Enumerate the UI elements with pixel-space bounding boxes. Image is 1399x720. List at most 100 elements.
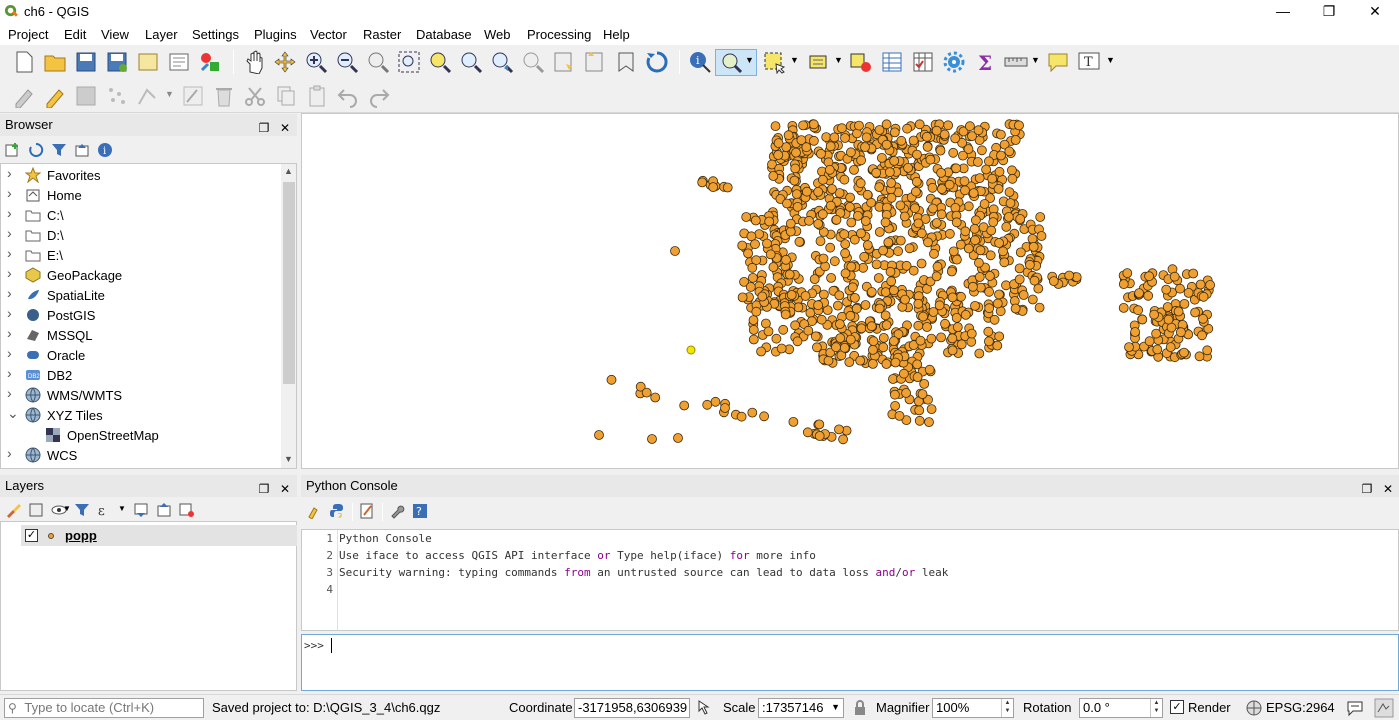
browser-item[interactable]: › Favorites [1, 165, 281, 185]
expand-down-icon[interactable]: ⌄ [7, 405, 19, 422]
style-manager-icon[interactable] [198, 50, 222, 74]
refresh-icon[interactable] [28, 142, 44, 158]
add-group-icon[interactable] [28, 502, 44, 518]
menu-edit[interactable]: Edit [64, 27, 86, 42]
expand-right-icon[interactable]: › [7, 345, 12, 361]
expand-right-icon[interactable]: › [7, 165, 12, 181]
add-point-icon[interactable] [105, 84, 129, 108]
toggle-extents-mouse-icon[interactable] [694, 699, 712, 717]
messages-icon[interactable] [1346, 699, 1364, 717]
layout-manager-icon[interactable] [167, 50, 191, 74]
browser-item[interactable]: › WCS [1, 445, 281, 465]
statistical-summary-icon[interactable]: Σ [973, 50, 997, 74]
expand-right-icon[interactable]: › [7, 305, 12, 321]
save-as-icon[interactable] [105, 50, 129, 74]
browser-item[interactable]: › Home [1, 185, 281, 205]
map-tips-icon[interactable] [1046, 50, 1070, 74]
scale-combo[interactable]: :17357146 ▼ [758, 698, 844, 718]
zoom-to-layer-icon[interactable] [459, 50, 483, 74]
lock-scale-icon[interactable] [852, 700, 868, 716]
layer-name[interactable]: popp [65, 528, 97, 543]
redo-icon[interactable] [367, 84, 391, 108]
help-icon[interactable]: ? [412, 503, 428, 519]
cut-features-icon[interactable] [243, 84, 267, 108]
chevron-down-icon[interactable]: ▼ [63, 504, 71, 513]
magnifier-spinbox[interactable]: 100% ▲ ▼ [932, 698, 1014, 718]
toggle-editing-icon[interactable] [43, 84, 67, 108]
layer-row[interactable]: ✓ popp [21, 525, 297, 546]
browser-item[interactable]: › C:\ [1, 205, 281, 225]
chevron-down-icon[interactable]: ▼ [831, 702, 840, 712]
scroll-thumb[interactable] [283, 182, 295, 384]
expand-right-icon[interactable]: › [7, 285, 12, 301]
browser-item[interactable]: › DB2 DB2 [1, 365, 281, 385]
zoom-to-selection-icon[interactable] [428, 50, 452, 74]
render-checkbox[interactable]: ✓ [1170, 700, 1184, 714]
paste-features-icon[interactable] [305, 84, 329, 108]
coordinate-field[interactable]: -3171958,6306939 [574, 698, 690, 718]
undo-icon[interactable] [336, 84, 360, 108]
expand-right-icon[interactable]: › [7, 445, 12, 461]
current-edits-icon[interactable] [12, 84, 36, 108]
map-canvas[interactable] [301, 113, 1399, 469]
chevron-down-icon[interactable]: ▼ [1031, 55, 1040, 65]
expand-right-icon[interactable]: › [7, 365, 12, 381]
collapse-all-icon[interactable] [156, 502, 172, 518]
menu-view[interactable]: View [101, 27, 129, 42]
menu-plugins[interactable]: Plugins [254, 27, 297, 42]
new-3d-map-view-icon[interactable] [583, 50, 607, 74]
text-annotation-icon[interactable]: T [1077, 50, 1101, 74]
filter-icon[interactable] [74, 502, 90, 518]
browser-item[interactable]: › E:\ [1, 245, 281, 265]
select-rectangle-icon[interactable] [762, 50, 786, 74]
crs-label[interactable]: EPSG:2964 [1266, 700, 1335, 715]
rotation-spinbox[interactable]: 0.0 ° ▲ ▼ [1079, 698, 1163, 718]
save-project-icon[interactable] [74, 50, 98, 74]
scroll-down-icon[interactable]: ▼ [284, 454, 293, 464]
menu-web[interactable]: Web [484, 27, 511, 42]
float-panel-icon[interactable]: ❐ [256, 478, 272, 500]
delete-selected-icon[interactable] [212, 84, 236, 108]
browser-scrollbar[interactable]: ▲ ▼ [281, 164, 296, 468]
crs-globe-icon[interactable] [1246, 700, 1262, 716]
console-input[interactable]: >>> [301, 634, 1399, 691]
expand-right-icon[interactable]: › [7, 265, 12, 281]
save-edits-icon[interactable] [74, 84, 98, 108]
menu-database[interactable]: Database [416, 27, 472, 42]
zoom-last-icon[interactable] [490, 50, 514, 74]
refresh-icon[interactable] [645, 50, 669, 74]
measure-line-icon[interactable] [1004, 50, 1028, 74]
zoom-native-icon[interactable] [366, 50, 390, 74]
new-project-icon[interactable] [12, 50, 36, 74]
expand-right-icon[interactable]: › [7, 385, 12, 401]
expand-all-icon[interactable] [133, 502, 149, 518]
zoom-full-icon[interactable] [397, 50, 421, 74]
new-print-layout-icon[interactable] [136, 50, 160, 74]
minimize-button[interactable]: — [1260, 0, 1306, 24]
pan-map-icon[interactable] [242, 50, 266, 74]
expand-right-icon[interactable]: › [7, 185, 12, 201]
filter-icon[interactable] [51, 142, 67, 158]
chevron-down-icon[interactable]: ▼ [118, 504, 126, 513]
modify-attributes-icon[interactable] [181, 84, 205, 108]
pan-to-selection-icon[interactable] [273, 50, 297, 74]
browser-item[interactable]: ⌄ XYZ Tiles [1, 405, 281, 425]
attribute-table-icon[interactable] [880, 50, 904, 74]
field-calculator-icon[interactable] [911, 50, 935, 74]
browser-item[interactable]: › D:\ [1, 225, 281, 245]
select-features-icon[interactable] [719, 50, 743, 74]
scroll-up-icon[interactable]: ▲ [284, 166, 293, 176]
browser-item[interactable]: › Oracle [1, 345, 281, 365]
copy-features-icon[interactable] [274, 84, 298, 108]
expand-right-icon[interactable]: › [7, 325, 12, 341]
maximize-button[interactable]: ❐ [1306, 0, 1352, 24]
add-selected-layers-icon[interactable] [5, 142, 21, 158]
python-run-icon[interactable] [329, 503, 345, 519]
close-button[interactable]: ✕ [1352, 0, 1398, 24]
remove-layer-icon[interactable] [179, 502, 195, 518]
layer-visibility-checkbox[interactable]: ✓ [25, 529, 38, 542]
close-panel-icon[interactable]: ✕ [277, 478, 293, 500]
browser-item[interactable]: OpenStreetMap [1, 425, 281, 445]
spin-arrows[interactable]: ▲ ▼ [1150, 699, 1162, 717]
zoom-in-icon[interactable] [304, 50, 328, 74]
